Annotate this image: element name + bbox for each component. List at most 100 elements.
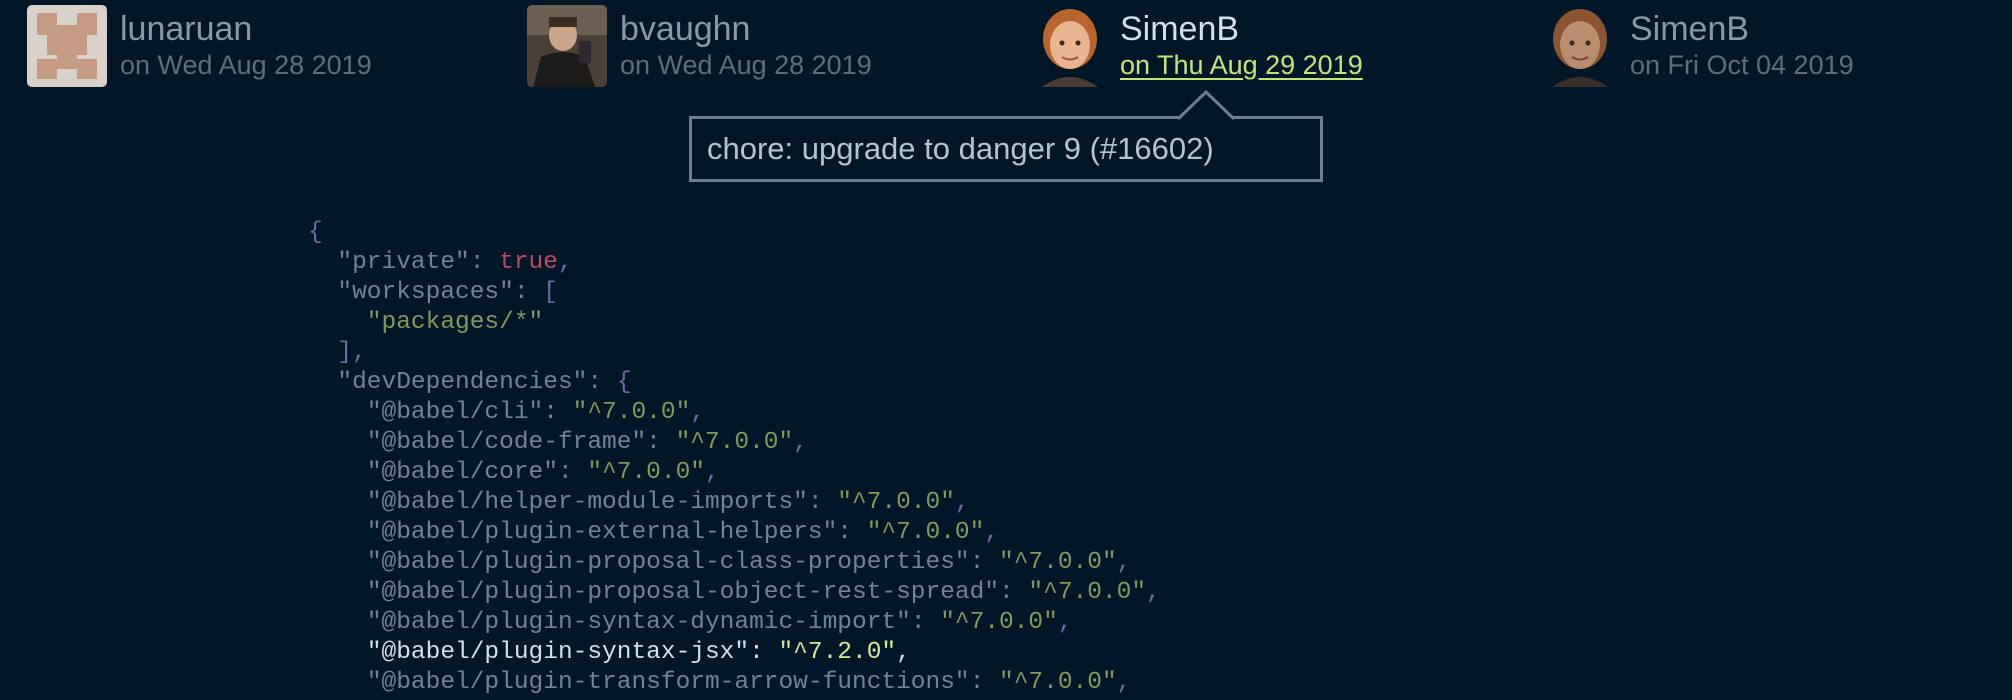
code-line: "@babel/plugin-proposal-class-properties… [308, 548, 1161, 578]
code-line: "@babel/cli": "^7.0.0", [308, 398, 1161, 428]
commit-info: bvaughn on Wed Aug 28 2019 [620, 5, 872, 87]
code-token-punct: [ [543, 279, 558, 306]
code-line: "workspaces": [ [308, 278, 1161, 308]
commit-author: lunaruan [120, 10, 253, 48]
code-line: "@babel/plugin-external-helpers": "^7.0.… [308, 518, 1161, 548]
code-token-str: "^7.0.0" [675, 429, 794, 456]
code-token-colon: : [837, 519, 867, 546]
code-token-colon: : [543, 399, 573, 426]
code-token-str: "^7.0.0" [866, 519, 985, 546]
code-token-key: "@babel/plugin-syntax-dynamic-import" [366, 609, 911, 636]
code-token-str: "^7.0.0" [999, 549, 1117, 576]
code-token-colon: : [749, 639, 779, 666]
commit-date[interactable]: on Wed Aug 28 2019 [620, 48, 872, 82]
code-line: { [308, 218, 1161, 248]
code-token-key: "devDependencies" [337, 369, 588, 396]
code-token-key: "private" [337, 249, 470, 276]
code-line: "@babel/core": "^7.0.0", [308, 458, 1161, 488]
commit-item-3[interactable]: SimenB on Thu Aug 29 2019 [1032, 5, 1363, 87]
code-token-punct: , [896, 639, 911, 666]
code-line: "@babel/plugin-transform-arrow-functions… [308, 668, 1161, 698]
code-token-key: "@babel/plugin-proposal-class-properties… [366, 549, 970, 576]
commit-info: SimenB on Thu Aug 29 2019 [1120, 5, 1363, 87]
identicon-avatar-icon [27, 5, 107, 87]
code-token-colon: : [969, 549, 1000, 576]
code-token-key: "@babel/plugin-syntax-jsx" [366, 639, 750, 666]
commit-item-4[interactable]: SimenB on Fri Oct 04 2019 [1542, 5, 1854, 87]
code-token-colon: : [557, 459, 588, 486]
code-token-str: "^7.0.0" [940, 609, 1058, 636]
code-token-colon: : [513, 279, 544, 306]
code-token-colon: : [910, 609, 941, 636]
code-token-str: "^7.0.0" [1028, 579, 1147, 606]
code-token-punct: { [308, 219, 323, 246]
code-token-punct: , [557, 249, 573, 276]
commit-item-2[interactable]: bvaughn on Wed Aug 28 2019 [527, 5, 872, 87]
code-token-key: "@babel/core" [366, 459, 558, 486]
code-token-key: "@babel/plugin-external-helpers" [366, 519, 838, 546]
code-token-key: "@babel/cli" [366, 399, 544, 426]
code-token-str: "^7.0.0" [837, 489, 955, 516]
code-token-punct: , [1116, 669, 1132, 696]
commit-date[interactable]: on Fri Oct 04 2019 [1630, 48, 1854, 82]
avatar[interactable] [1542, 5, 1617, 87]
code-token-str: "^7.0.0" [587, 459, 705, 486]
code-token-str: "^7.2.0" [778, 639, 897, 666]
commit-info: lunaruan on Wed Aug 28 2019 [120, 5, 372, 87]
code-line: "packages/*" [308, 308, 1161, 338]
code-token-colon: : [999, 579, 1029, 606]
code-token-key: "workspaces" [337, 279, 514, 306]
code-token-punct: , [954, 489, 970, 516]
commit-date-link[interactable]: on Thu Aug 29 2019 [1120, 48, 1363, 82]
avatar[interactable] [1032, 5, 1107, 87]
code-token-str: "packages/*" [366, 309, 544, 336]
code-token-colon: : [969, 669, 1000, 696]
code-token-key: "@babel/code-frame" [366, 429, 647, 456]
tooltip-arrow-icon [1178, 90, 1234, 120]
code-line: "@babel/helper-module-imports": "^7.0.0"… [308, 488, 1161, 518]
code-token-key: "@babel/plugin-transform-arrow-functions… [366, 669, 970, 696]
code-token-punct: , [1057, 609, 1073, 636]
code-view: { "private": true, "workspaces": [ "pack… [308, 218, 1161, 698]
commit-message-tooltip: chore: upgrade to danger 9 (#16602) [689, 116, 1323, 182]
tooltip-message: chore: upgrade to danger 9 (#16602) [707, 131, 1214, 166]
commit-author: SimenB [1630, 10, 1750, 48]
code-token-punct: , [1116, 549, 1132, 576]
code-token-punct: , [704, 459, 720, 486]
avatar[interactable] [27, 5, 107, 87]
code-token-colon: : [469, 249, 500, 276]
code-token-key: "@babel/helper-module-imports" [366, 489, 808, 516]
avatar[interactable] [527, 5, 607, 87]
code-token-punct: , [690, 399, 705, 426]
commit-item-1[interactable]: lunaruan on Wed Aug 28 2019 [27, 5, 372, 87]
code-token-colon: : [807, 489, 838, 516]
commit-author: SimenB [1120, 10, 1240, 48]
commit-author: bvaughn [620, 10, 751, 48]
code-token-punct: , [793, 429, 808, 456]
code-token-colon: : [587, 369, 617, 396]
user-photo-icon [1542, 5, 1617, 87]
code-line: "devDependencies": { [308, 368, 1161, 398]
code-line: "@babel/plugin-syntax-dynamic-import": "… [308, 608, 1161, 638]
commit-date[interactable]: on Wed Aug 28 2019 [120, 48, 372, 82]
code-token-str: "^7.0.0" [572, 399, 691, 426]
code-token-bool: true [499, 249, 558, 276]
code-line: ], [308, 338, 1161, 368]
user-photo-icon [527, 5, 607, 87]
code-token-punct: , [1146, 579, 1161, 606]
code-token-punct: , [984, 519, 1000, 546]
code-line-highlighted: "@babel/plugin-syntax-jsx": "^7.2.0", [308, 638, 1161, 668]
code-token-punct: ], [337, 339, 367, 366]
